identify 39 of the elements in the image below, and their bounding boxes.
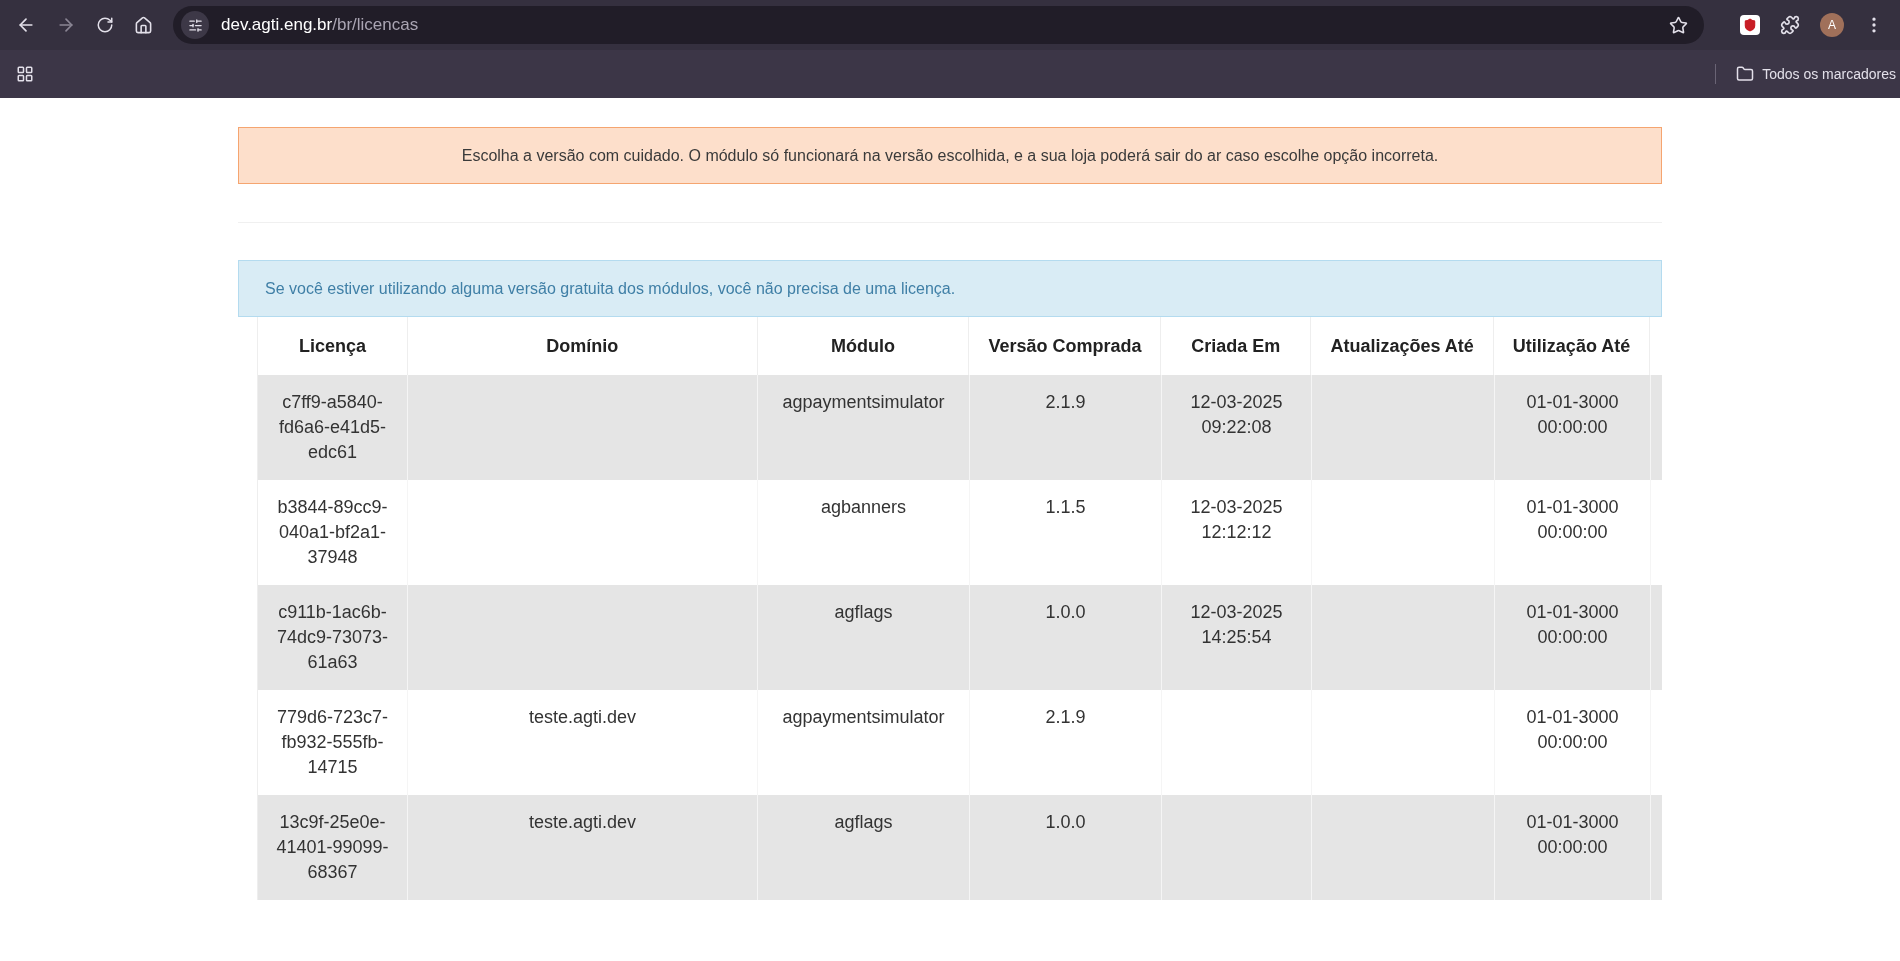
- table-cell: 01-01-3000 00:00:00: [1526, 707, 1619, 752]
- bookmark-star-icon[interactable]: [1669, 15, 1688, 35]
- address-bar[interactable]: dev.agti.eng.br/br/licencas: [173, 6, 1704, 44]
- table-cell: 01-01-3000 00:00:00: [1526, 812, 1619, 857]
- table-cell: c911b-1ac6b-74dc9-73073-61a63: [276, 602, 389, 672]
- table-cell: teste.agti.dev: [528, 812, 637, 832]
- table-cell: 2.1.9: [1045, 707, 1086, 727]
- table-cell: 01-01-3000 00:00:00: [1526, 392, 1619, 437]
- table-cell: 01-01-3000 00:00:00: [1526, 497, 1619, 542]
- table-cell: 12-03-2025 12:12:12: [1190, 497, 1283, 542]
- site-settings-icon[interactable]: [181, 11, 209, 39]
- bookmarks-folder[interactable]: Todos os marcadores: [1736, 63, 1900, 85]
- apps-icon[interactable]: [16, 65, 34, 83]
- table-cell: 12-03-2025 09:22:08: [1190, 392, 1283, 437]
- table-cell: 1.0.0: [1045, 812, 1086, 832]
- table-cell: c7ff9-a5840-fd6a6-e41d5-edc61: [278, 392, 387, 462]
- reload-icon[interactable]: [96, 16, 114, 34]
- table-cell: agbanners: [820, 497, 907, 517]
- table-cell: 01-01-3000 00:00:00: [1526, 602, 1619, 647]
- home-icon[interactable]: [134, 15, 153, 35]
- table-cell: 12-03-2025 14:25:54: [1190, 602, 1283, 647]
- table-cell: agflags: [834, 812, 893, 832]
- warning-alert: Escolha a versão com cuidado. O módulo só funcionará na versão escolhida, e a sua loja poderá sair do ar caso escolhe opção incorreta.: [238, 127, 1662, 184]
- table-cell: 13c9f-25e0e-41401-99099-68367: [276, 812, 389, 882]
- extensions-icon[interactable]: [1780, 15, 1800, 35]
- folder-icon: [1736, 65, 1755, 83]
- table-cell: agpaymentsimulator: [782, 392, 945, 412]
- table-cell: teste.agti.dev: [528, 707, 637, 727]
- table-cell: 1.1.5: [1045, 497, 1086, 517]
- info-alert: Se você estiver utilizando alguma versão gratuita dos módulos, você não precisa de uma licença.: [238, 260, 1662, 317]
- table-cell: agflags: [834, 602, 893, 622]
- table-cell: b3844-89cc9-040a1-bf2a1-37948: [277, 497, 388, 567]
- table-cell: 1.0.0: [1045, 602, 1086, 622]
- url-text: dev.agti.eng.br/br/licencas: [221, 14, 420, 37]
- table-cell: 2.1.9: [1045, 392, 1086, 412]
- profile-avatar[interactable]: A: [1820, 13, 1844, 37]
- table-cell: agpaymentsimulator: [782, 707, 945, 727]
- table-cell: 779d6-723c7-fb932-555fb-14715: [276, 707, 389, 777]
- extension-shield-icon[interactable]: [1740, 15, 1760, 35]
